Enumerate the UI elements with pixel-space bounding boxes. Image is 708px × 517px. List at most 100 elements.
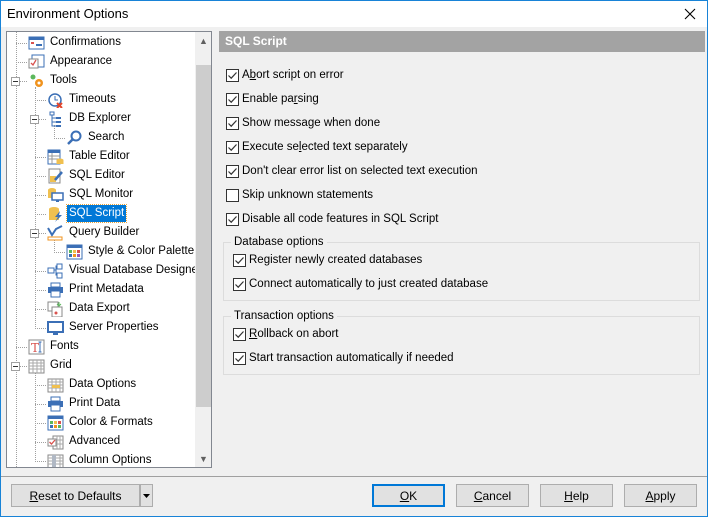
apply-label: Apply (645, 488, 676, 503)
monitor-icon (47, 320, 64, 336)
tree-item-advanced[interactable]: Advanced (47, 432, 122, 451)
tree-item-label: Column Options (69, 454, 152, 466)
reset-to-defaults-button[interactable]: Reset to Defaults (11, 484, 140, 507)
tree-item-label: Style & Color Palette (88, 245, 195, 257)
checkbox-checked-icon[interactable] (226, 140, 239, 154)
tree-item-column-options[interactable]: Column Options (47, 451, 153, 467)
collapse-toggle[interactable] (11, 77, 20, 86)
checkbox-rollback-on-abort[interactable]: Rollback on abort (233, 326, 339, 342)
tree-item-sql-editor[interactable]: SQL Editor (47, 166, 127, 185)
tree-item-fonts[interactable]: T Fonts (28, 337, 81, 356)
checkbox-label: Rollback on abort (249, 328, 339, 340)
help-label: Help (564, 488, 589, 503)
checkbox-connect-automatically-to-just-created-database[interactable]: Connect automatically to just created da… (233, 276, 488, 292)
color-palette-icon (66, 244, 83, 260)
cancel-button[interactable]: Cancel (456, 484, 529, 507)
scroll-down-button[interactable]: ▼ (195, 450, 211, 467)
tree-connector (35, 423, 46, 424)
query-builder-icon (47, 224, 64, 241)
checkbox-checked-icon[interactable] (233, 351, 246, 365)
tree-item-search[interactable]: Search (66, 128, 126, 147)
tree-connector (35, 404, 46, 405)
checkbox-checked-icon[interactable] (226, 164, 239, 178)
collapse-toggle[interactable] (30, 229, 39, 238)
tree-connector (35, 271, 46, 272)
checkbox-checked-icon[interactable] (233, 253, 246, 267)
collapse-toggle[interactable] (30, 115, 39, 124)
sql-editor-icon (47, 168, 64, 184)
ok-button[interactable]: OK (372, 484, 445, 507)
chevron-up-icon: ▲ (199, 35, 208, 46)
tree-item-color-formats[interactable]: Color & Formats (47, 413, 155, 432)
checkbox-checked-icon[interactable] (233, 327, 246, 341)
checkbox-checked-icon[interactable] (226, 68, 239, 82)
checkbox-unchecked-icon[interactable] (226, 188, 239, 202)
tree-item-tools[interactable]: Tools (28, 71, 79, 90)
tree-item-server-properties[interactable]: Server Properties (47, 318, 160, 337)
tree-connector (35, 385, 46, 386)
tree-item-label: Advanced (69, 435, 121, 447)
title-bar: Environment Options (1, 1, 707, 27)
tree-item-label: SQL Monitor (69, 188, 134, 200)
chevron-down-icon: ▼ (199, 453, 208, 464)
table-editor-icon (47, 149, 64, 165)
svg-text:T: T (31, 341, 39, 355)
tree-item-sql-monitor[interactable]: SQL Monitor (47, 185, 135, 204)
checkbox-label: Don't clear error list on selected text … (242, 165, 478, 177)
checkbox-disable-all-code-features-in-sql-script[interactable]: Disable all code features in SQL Script (226, 211, 438, 227)
collapse-toggle[interactable] (11, 362, 20, 371)
tree-item-label: Fonts (50, 340, 79, 352)
scroll-up-button[interactable]: ▲ (195, 32, 211, 49)
tree-connector (35, 176, 46, 177)
tree-item-visual-database-designer[interactable]: Visual Database Designer (47, 261, 204, 280)
tree-item-label: Print Data (69, 397, 121, 409)
help-button[interactable]: Help (540, 484, 613, 507)
checkbox-checked-icon[interactable] (226, 116, 239, 130)
tree-item-query-builder[interactable]: Query Builder (47, 223, 141, 242)
checkbox-register-newly-created-databases[interactable]: Register newly created databases (233, 252, 422, 268)
cancel-label: Cancel (473, 488, 512, 503)
checkbox-abort-script-on-error[interactable]: Abort script on error (226, 67, 344, 83)
sql-script-icon (47, 206, 64, 222)
tree-connector (35, 214, 46, 215)
checkbox-checked-icon[interactable] (226, 92, 239, 106)
tree-item-label: Visual Database Designer (69, 264, 202, 276)
tree-item-appearance[interactable]: Appearance (28, 52, 114, 71)
tree-item-style-color-palette[interactable]: Style & Color Palette (66, 242, 196, 261)
tree-item-grid[interactable]: Grid (28, 356, 74, 375)
checkbox-checked-icon[interactable] (233, 277, 246, 291)
tree-item-label: Tools (50, 74, 77, 86)
checkbox-show-message-when-done[interactable]: Show message when done (226, 115, 380, 131)
tree-item-timeouts[interactable]: Timeouts (47, 90, 118, 109)
checkbox-enable-parsing[interactable]: Enable parsing (226, 91, 319, 107)
tree-item-print-metadata[interactable]: Print Metadata (47, 280, 146, 299)
checkbox-execute-selected-text-separately[interactable]: Execute selected text separately (226, 139, 408, 155)
checkbox-don-t-clear-error-list-on-selected-text-execution[interactable]: Don't clear error list on selected text … (226, 163, 478, 179)
tree-item-label: Data Options (69, 378, 137, 390)
tree-item-table-editor[interactable]: Table Editor (47, 147, 132, 166)
window-title: Environment Options (7, 6, 129, 21)
tree-item-print-data[interactable]: Print Data (47, 394, 122, 413)
appearance-icon (28, 54, 45, 70)
options-tree[interactable]: Confirmations Appearance Tools Timeouts DB E… (6, 31, 212, 468)
tree-connector (16, 347, 27, 348)
footer-divider (1, 476, 707, 477)
tree-item-data-options[interactable]: Data Options (47, 375, 138, 394)
database-designer-icon (47, 263, 64, 279)
checkbox-skip-unknown-statements[interactable]: Skip unknown statements (226, 187, 373, 203)
checkbox-start-transaction-automatically-if-needed[interactable]: Start transaction automatically if neede… (233, 350, 454, 366)
tree-item-db-explorer[interactable]: DB Explorer (47, 109, 133, 128)
printer-icon (47, 396, 64, 412)
apply-button[interactable]: Apply (624, 484, 697, 507)
tree-item-label: Grid (50, 359, 72, 371)
checkbox-label: Show message when done (242, 117, 381, 129)
scroll-thumb[interactable] (196, 65, 211, 407)
tree-item-confirmations[interactable]: Confirmations (28, 33, 123, 52)
checkbox-checked-icon[interactable] (226, 212, 239, 226)
tree-scrollbar[interactable]: ▲ ▼ (195, 32, 211, 467)
tree-item-data-export[interactable]: Data Export (47, 299, 132, 318)
close-button[interactable] (673, 1, 707, 27)
reset-dropdown-button[interactable] (140, 484, 153, 507)
tree-connector (54, 138, 65, 139)
tree-item-sql-script[interactable]: SQL Script (47, 204, 128, 223)
